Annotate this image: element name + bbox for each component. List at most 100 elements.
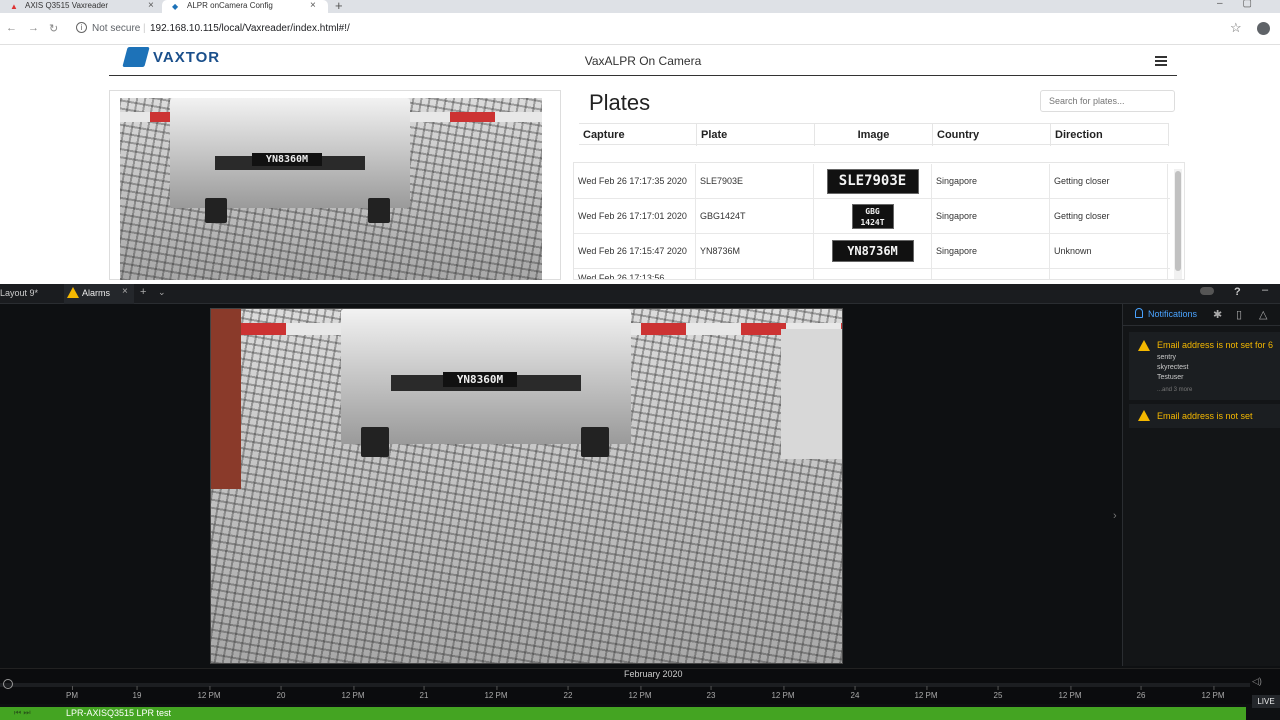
table-row[interactable]: Wed Feb 26 17:15:47 2020 YN8736M YN8736M… <box>574 234 1170 269</box>
country-cell: Singapore <box>932 164 1050 198</box>
info-icon[interactable]: i <box>76 22 87 33</box>
plate-image: YN8736M <box>831 240 914 262</box>
timeline-tick: 24 <box>850 686 860 700</box>
vms-window: Layout 9* Alarms × + ⌄ ? – YN8360M › Not… <box>0 284 1280 720</box>
hamburger-menu-icon[interactable] <box>1155 56 1167 66</box>
security-label[interactable]: Not secure <box>92 23 140 34</box>
timeline-tick: 12 PM <box>197 686 221 700</box>
minimize-icon[interactable]: – <box>1262 284 1268 296</box>
column-header-image[interactable]: Image <box>815 124 933 146</box>
country-cell <box>932 269 1050 279</box>
notification-user: sentry <box>1157 354 1177 361</box>
direction-cell <box>1050 269 1168 279</box>
browser-tab-strip: ▲ AXIS Q3515 Vaxreader × ◆ ALPR onCamera… <box>0 0 1280 13</box>
column-header-capture[interactable]: Capture <box>579 124 697 146</box>
plates-heading: Plates <box>589 90 651 115</box>
volume-icon[interactable]: ◁) <box>1252 676 1262 687</box>
image-cell: YN8736M <box>814 234 932 268</box>
plates-table-header: Capture Plate Image Country Direction <box>579 123 1169 146</box>
warning-icon <box>1138 410 1150 421</box>
warning-icon <box>1138 340 1150 351</box>
notifications-tab[interactable]: Notifications <box>1148 309 1197 319</box>
camera-video-feed[interactable]: YN8360M <box>210 308 843 664</box>
notification-title: Email address is not set for 6 <box>1157 340 1274 350</box>
live-button[interactable]: LIVE <box>1252 695 1280 708</box>
notification-item[interactable]: Email address is not set <box>1129 404 1280 428</box>
table-row[interactable]: Wed Feb 26 17:13:56 <box>574 269 1170 280</box>
camera-preview: YN8360M <box>109 90 561 280</box>
bookmark-star-icon[interactable]: ☆ <box>1230 20 1242 36</box>
tab-title: AXIS Q3515 Vaxreader <box>25 1 109 10</box>
tab-layout[interactable]: Layout 9* <box>0 288 38 298</box>
help-icon[interactable]: ? <box>1234 286 1241 298</box>
reload-icon[interactable]: ↻ <box>49 22 58 35</box>
image-cell <box>814 269 932 280</box>
notification-user: Testuser <box>1157 374 1184 381</box>
timeline-tick: 23 <box>706 686 716 700</box>
table-row[interactable]: Wed Feb 26 17:17:35 2020 SLE7903E SLE790… <box>574 164 1170 199</box>
timeline-tick: 12 PM <box>1058 686 1082 700</box>
country-cell: Singapore <box>932 199 1050 233</box>
timeline-tick: 25 <box>993 686 1003 700</box>
browser-tab-axis[interactable]: ▲ AXIS Q3515 Vaxreader × <box>0 0 160 13</box>
image-cell: GBG 1424T <box>814 199 932 233</box>
browser-tab-alpr-config[interactable]: ◆ ALPR onCamera Config × <box>162 0 328 13</box>
back-icon[interactable]: ← <box>6 22 17 34</box>
cloud-icon[interactable] <box>1200 287 1214 295</box>
tab-alarms[interactable]: Alarms × <box>64 284 134 304</box>
close-icon[interactable]: × <box>122 286 128 297</box>
timeline-handle-icon[interactable] <box>3 679 13 689</box>
expand-panel-icon[interactable]: › <box>1113 510 1117 522</box>
bell-icon <box>1135 308 1143 318</box>
tab-close-icon[interactable]: × <box>310 0 316 11</box>
tab-title: ALPR onCamera Config <box>187 1 273 10</box>
preview-image: YN8360M <box>120 98 542 280</box>
plates-scrollbar[interactable] <box>1174 169 1182 279</box>
vaxtor-header: VAXTOR VaxALPR On Camera <box>109 45 1177 76</box>
camera-name: LPR-AXISQ3515 LPR test <box>66 708 172 718</box>
profile-avatar-icon[interactable] <box>1257 22 1270 35</box>
image-cell: SLE7903E <box>814 164 932 198</box>
bookmark-icon[interactable]: ▯ <box>1236 308 1242 321</box>
notifications-panel: Notifications ✱ ▯ △ Email address is not… <box>1122 304 1280 666</box>
forward-icon[interactable]: → <box>28 22 39 34</box>
camera-status-bar[interactable]: ⏮ ⏭ LPR-AXISQ3515 LPR test <box>0 707 1246 720</box>
playback-controls-icon[interactable]: ⏮ ⏭ <box>14 708 31 718</box>
timeline-tick: 21 <box>419 686 429 700</box>
plate-image <box>853 279 893 280</box>
plate-cell: YN8736M <box>696 234 814 268</box>
plate-cell: GBG1424T <box>696 199 814 233</box>
url-field[interactable]: 192.168.10.115/local/Vaxreader/index.htm… <box>150 23 350 34</box>
plate-image: SLE7903E <box>826 168 919 194</box>
video-plate: YN8360M <box>443 372 517 387</box>
timeline-track[interactable] <box>0 683 1250 687</box>
column-header-country[interactable]: Country <box>933 124 1051 146</box>
column-header-plate[interactable]: Plate <box>697 124 815 146</box>
window-controls[interactable]: –▢ <box>1217 0 1272 9</box>
timeline[interactable]: February 2020 PM 19 12 PM 20 12 PM 21 12… <box>0 668 1280 708</box>
timeline-tick: 12 PM <box>914 686 938 700</box>
capture-cell: Wed Feb 26 17:17:01 2020 <box>574 199 696 233</box>
table-row[interactable]: Wed Feb 26 17:17:01 2020 GBG1424T GBG 14… <box>574 199 1170 234</box>
add-tab-icon[interactable]: + <box>140 286 146 298</box>
warning-icon <box>67 287 79 298</box>
column-header-direction[interactable]: Direction <box>1051 124 1169 146</box>
notification-item[interactable]: Email address is not set for 6 sentry sk… <box>1129 332 1280 400</box>
url-separator: | <box>143 23 146 34</box>
plate-cell <box>696 269 814 279</box>
new-tab-icon[interactable]: + <box>335 0 343 13</box>
chevron-down-icon[interactable]: ⌄ <box>158 287 166 298</box>
country-cell: Singapore <box>932 234 1050 268</box>
capture-cell: Wed Feb 26 17:13:56 <box>574 269 696 279</box>
tab-close-icon[interactable]: × <box>148 0 154 11</box>
person-icon[interactable]: ✱ <box>1213 308 1222 321</box>
notification-title: Email address is not set <box>1157 411 1253 421</box>
plate-search-input[interactable] <box>1040 90 1175 112</box>
timeline-tick: 12 PM <box>341 686 365 700</box>
warning-outline-icon[interactable]: △ <box>1259 308 1267 321</box>
direction-cell: Unknown <box>1050 234 1168 268</box>
plate-cell: SLE7903E <box>696 164 814 198</box>
notifications-header: Notifications ✱ ▯ △ <box>1123 304 1280 326</box>
timeline-tick: PM <box>66 686 78 700</box>
notification-more: ...and 3 more <box>1157 387 1193 393</box>
